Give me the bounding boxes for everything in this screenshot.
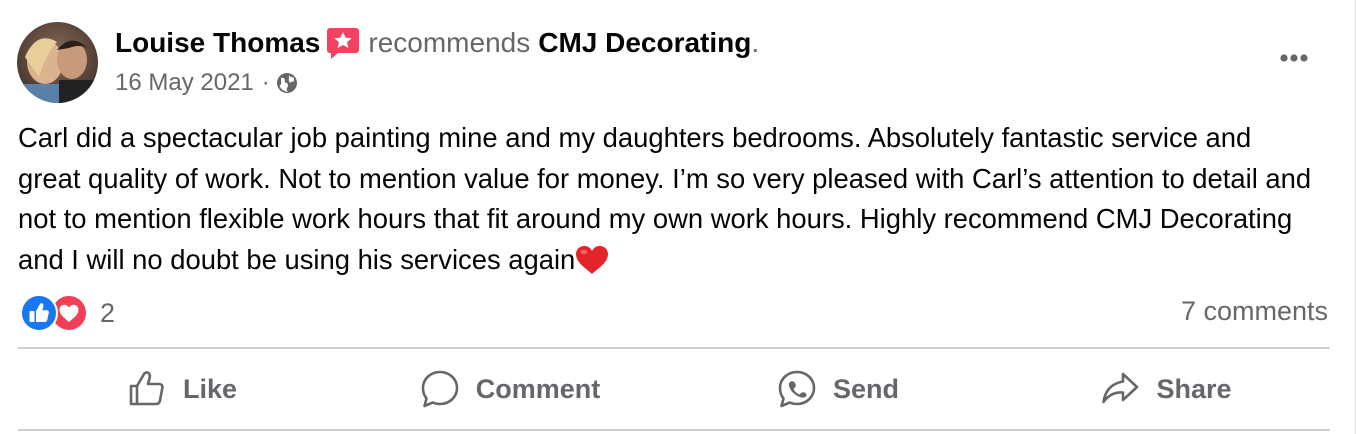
- like-button[interactable]: Like: [18, 350, 346, 428]
- send-label: Send: [832, 373, 899, 404]
- post-meta: 16 May 2021 ·: [115, 68, 298, 98]
- comment-button[interactable]: Comment: [346, 350, 674, 428]
- messenger-icon: [778, 370, 816, 408]
- recommends-text: recommends: [368, 27, 531, 58]
- divider: [18, 347, 1330, 349]
- post-body-text: Carl did a spectacular job painting mine…: [18, 122, 1312, 275]
- more-dots-icon: [1280, 54, 1308, 62]
- like-label: Like: [182, 373, 238, 404]
- share-label: Share: [1156, 373, 1232, 404]
- post-header: Louise Thomas recommends CMJ Decorating …: [115, 25, 759, 61]
- reaction-count: 2: [100, 297, 116, 328]
- action-bar: Like Comment Send Share: [18, 350, 1330, 428]
- divider: [18, 429, 1330, 431]
- avatar[interactable]: [17, 22, 98, 103]
- reactions-summary[interactable]: 2: [20, 293, 115, 333]
- like-reaction-icon: [20, 294, 58, 332]
- comment-bubble-icon: [421, 370, 459, 408]
- post-body: Carl did a spectacular job painting mine…: [18, 118, 1318, 280]
- meta-separator: ·: [261, 69, 270, 96]
- recommendation-star-icon: [326, 25, 360, 61]
- comment-label: Comment: [475, 373, 601, 404]
- share-arrow-icon: [1102, 372, 1139, 404]
- post-card: Louise Thomas recommends CMJ Decorating …: [0, 0, 1356, 434]
- globe-icon[interactable]: [276, 72, 298, 94]
- comments-count-link[interactable]: 7 comments: [1181, 296, 1328, 327]
- author-name[interactable]: Louise Thomas: [115, 27, 320, 59]
- post-date[interactable]: 16 May 2021: [115, 69, 254, 97]
- thumbs-up-icon: [129, 371, 164, 406]
- send-button[interactable]: Send: [674, 350, 1002, 428]
- heart-emoji: [575, 245, 609, 275]
- header-end-punct: .: [751, 27, 760, 58]
- page-name[interactable]: CMJ Decorating: [538, 27, 751, 59]
- share-button[interactable]: Share: [1002, 350, 1330, 428]
- more-options-button[interactable]: [1272, 38, 1316, 78]
